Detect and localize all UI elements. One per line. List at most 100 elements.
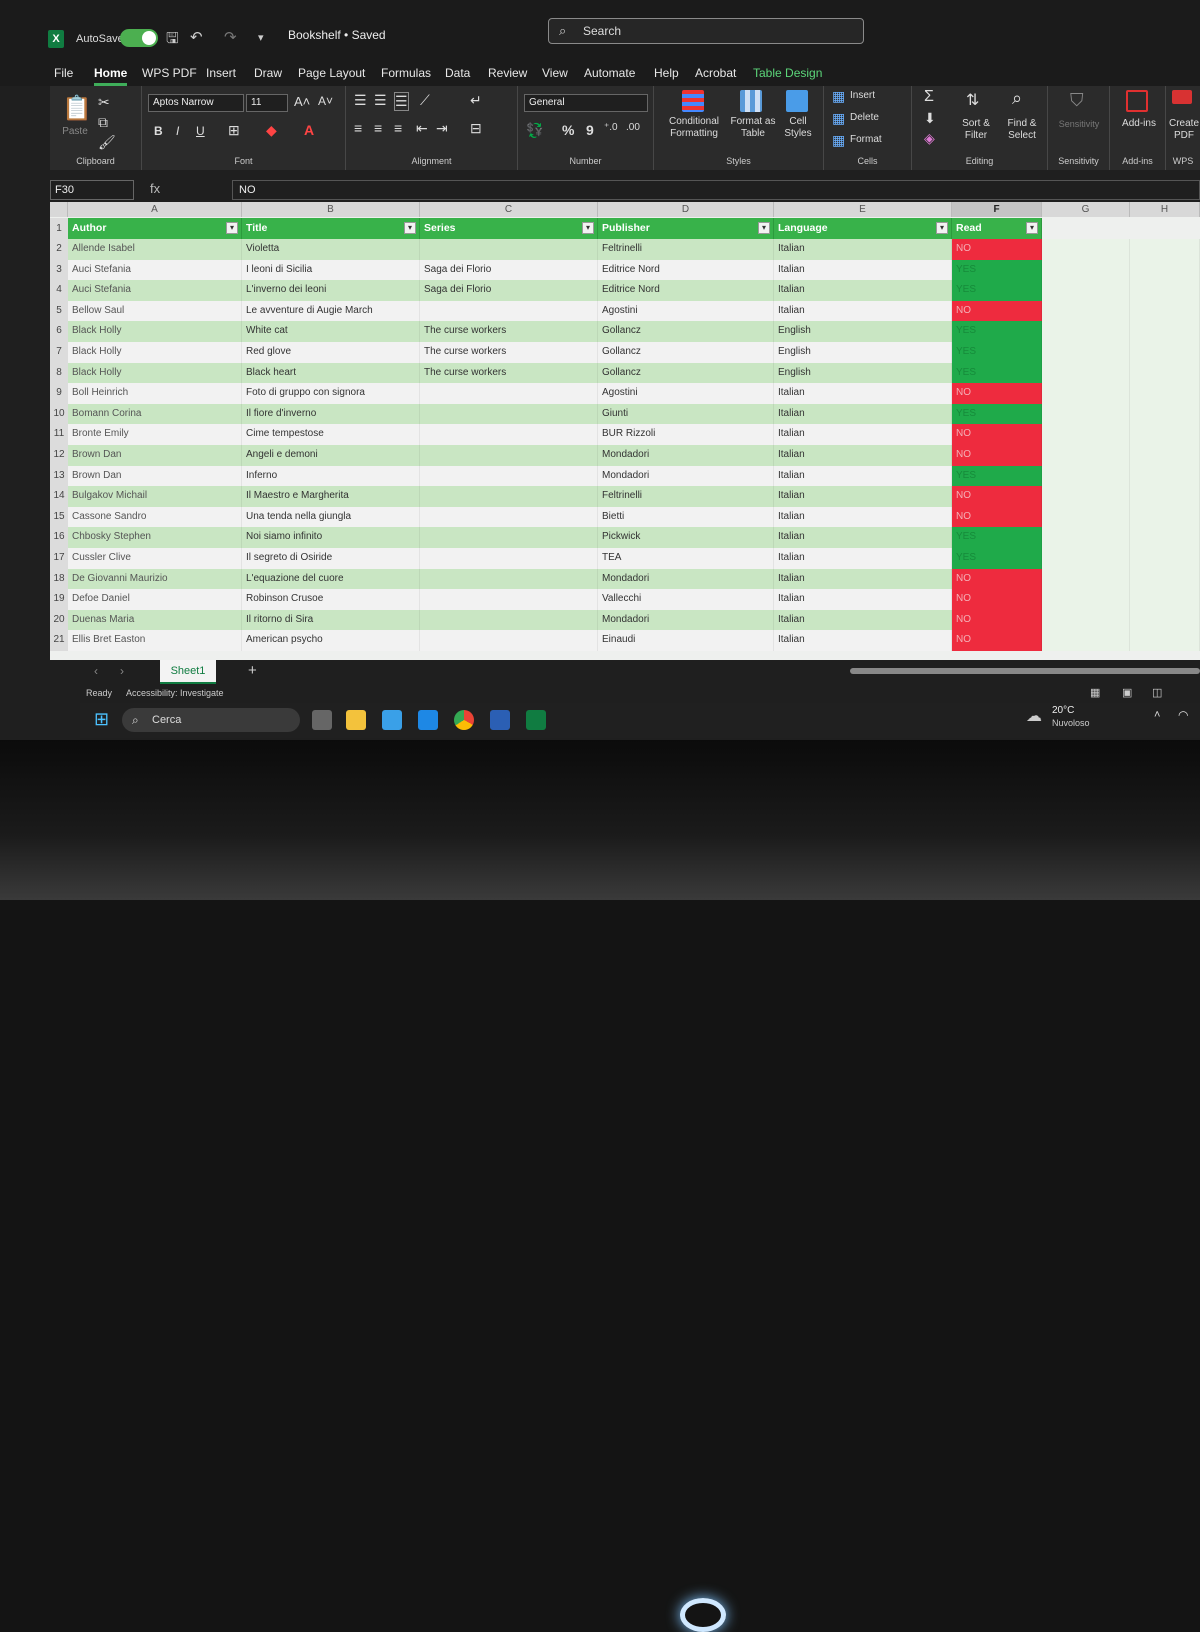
italic-icon[interactable]: I [176, 124, 179, 138]
tab-automate[interactable]: Automate [584, 66, 635, 80]
row-number[interactable]: 2 [50, 239, 68, 260]
cell-empty[interactable] [1130, 403, 1200, 425]
cell-author[interactable]: Black Holly [68, 362, 242, 384]
cell-title[interactable]: American psycho [242, 630, 420, 651]
cell-author[interactable]: Black Holly [68, 342, 242, 363]
cell-empty[interactable] [1130, 342, 1200, 363]
cell-empty[interactable] [1130, 362, 1200, 384]
row-number[interactable]: 16 [50, 527, 68, 548]
cell-read[interactable]: YES [952, 465, 1042, 487]
tab-review[interactable]: Review [488, 66, 527, 80]
cell-language[interactable]: Italian [774, 589, 952, 610]
cell-read[interactable]: NO [952, 383, 1042, 404]
cell-read[interactable]: NO [952, 424, 1042, 445]
cell-publisher[interactable]: Vallecchi [598, 589, 774, 610]
format-painter-icon[interactable]: 🖌 [98, 134, 116, 151]
paste-button[interactable]: Paste [58, 126, 92, 138]
sensitivity-icon[interactable]: ⛉ [1070, 90, 1084, 111]
cell-series[interactable] [420, 506, 598, 528]
cell-language[interactable]: Italian [774, 445, 952, 466]
conditional-formatting-icon[interactable] [682, 90, 704, 112]
find-select-button[interactable]: Find & Select [1000, 118, 1044, 142]
wrap-text-icon[interactable]: ↵ [470, 92, 482, 109]
autosum-icon[interactable]: Σ [924, 88, 934, 106]
cell-empty[interactable] [1130, 383, 1200, 404]
cell-author[interactable]: Auci Stefania [68, 280, 242, 301]
row-number[interactable]: 3 [50, 259, 68, 281]
cell-title[interactable]: Le avventure di Augie March [242, 300, 420, 322]
table-header-series[interactable]: Series ▾ [420, 218, 598, 239]
cell-empty[interactable] [1042, 383, 1130, 404]
table-header-publisher[interactable]: Publisher ▾ [598, 218, 774, 239]
weather-condition[interactable]: Nuvoloso [1052, 718, 1090, 728]
customize-qat-icon[interactable]: ▾ [258, 31, 264, 44]
cell-language[interactable]: Italian [774, 486, 952, 507]
cell-author[interactable]: Boll Heinrich [68, 383, 242, 404]
cell-title[interactable]: White cat [242, 321, 420, 342]
cell-title[interactable]: Il Maestro e Margherita [242, 486, 420, 507]
app-a-icon[interactable] [382, 710, 402, 730]
cell-title[interactable]: Red glove [242, 342, 420, 363]
column-header-h[interactable]: H [1130, 202, 1200, 217]
delete-cells-icon[interactable]: ▦ [832, 110, 845, 127]
page-layout-view-icon[interactable]: ▣ [1122, 686, 1132, 699]
cell-author[interactable]: Brown Dan [68, 445, 242, 466]
format-as-table-button[interactable]: Format as Table [730, 116, 776, 140]
sheet-tab-sheet1[interactable]: Sheet1 [160, 660, 216, 684]
cell-publisher[interactable]: BUR Rizzoli [598, 424, 774, 445]
decrease-indent-icon[interactable]: ⇤ [416, 120, 428, 137]
cell-publisher[interactable]: Gollancz [598, 321, 774, 342]
cell-read[interactable]: NO [952, 486, 1042, 507]
cell-empty[interactable] [1042, 445, 1130, 466]
cell-empty[interactable] [1042, 568, 1130, 590]
delete-button[interactable]: Delete [850, 112, 879, 124]
cell-language[interactable]: Italian [774, 300, 952, 322]
row-number[interactable]: 7 [50, 342, 68, 363]
table-header-author[interactable]: Author ▾ [68, 218, 242, 239]
cell-author[interactable]: Bronte Emily [68, 424, 242, 445]
row-number[interactable]: 4 [50, 280, 68, 301]
cell-series[interactable] [420, 609, 598, 631]
format-as-table-icon[interactable] [740, 90, 762, 112]
tray-chevron-icon[interactable]: ˄ [1154, 709, 1160, 721]
font-name-dropdown[interactable]: Aptos Narrow [148, 94, 244, 112]
cell-empty[interactable] [1130, 445, 1200, 466]
cell-empty[interactable] [1042, 589, 1130, 610]
cell-title[interactable]: Inferno [242, 465, 420, 487]
cell-language[interactable]: Italian [774, 424, 952, 445]
cell-empty[interactable] [1042, 609, 1130, 631]
cell-empty[interactable] [1042, 321, 1130, 342]
cell-author[interactable]: Cassone Sandro [68, 506, 242, 528]
row-number[interactable]: 17 [50, 548, 68, 569]
cell-styles-icon[interactable] [786, 90, 808, 112]
number-format-dropdown[interactable]: General [524, 94, 648, 112]
save-icon[interactable]: 🖫 [166, 28, 179, 53]
cell-title[interactable]: I leoni di Sicilia [242, 259, 420, 281]
row-number[interactable]: 12 [50, 445, 68, 466]
row-number[interactable]: 15 [50, 506, 68, 528]
cell-author[interactable]: Black Holly [68, 321, 242, 342]
windows-start-icon[interactable]: ⊞ [94, 709, 109, 730]
cell-author[interactable]: Duenas Maria [68, 609, 242, 631]
format-button[interactable]: Format [850, 134, 882, 146]
cell-language[interactable]: Italian [774, 259, 952, 281]
cell-language[interactable]: Italian [774, 609, 952, 631]
cell-series[interactable]: The curse workers [420, 362, 598, 384]
cell-author[interactable]: Auci Stefania [68, 259, 242, 281]
cell-publisher[interactable]: Agostini [598, 383, 774, 404]
cell-read[interactable]: YES [952, 280, 1042, 301]
accessibility-status[interactable]: Accessibility: Investigate [126, 688, 224, 698]
tab-insert[interactable]: Insert [206, 66, 236, 80]
tab-draw[interactable]: Draw [254, 66, 282, 80]
filter-dropdown-icon[interactable]: ▾ [936, 222, 948, 234]
row-number[interactable]: 13 [50, 465, 68, 487]
cell-publisher[interactable]: TEA [598, 548, 774, 569]
cell-title[interactable]: Foto di gruppo con signora [242, 383, 420, 404]
row-number[interactable]: 18 [50, 568, 68, 590]
cell-empty[interactable] [1130, 609, 1200, 631]
worksheet-grid[interactable]: A B C D E F G H 1 Author ▾ Title ▾ Series ▾ Publisher ▾ L… [50, 202, 1200, 660]
select-all-corner[interactable] [50, 202, 68, 217]
cell-language[interactable]: Italian [774, 506, 952, 528]
cell-language[interactable]: Italian [774, 548, 952, 569]
cell-read[interactable]: NO [952, 239, 1042, 260]
